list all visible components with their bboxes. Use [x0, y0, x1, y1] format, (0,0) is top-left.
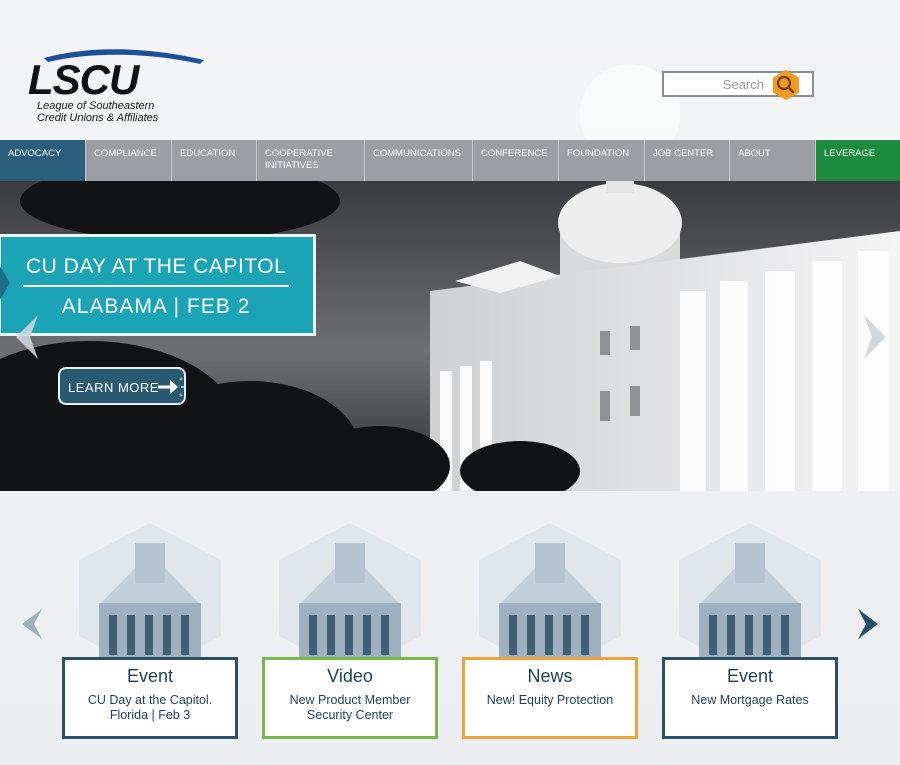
hero-prev-arrow-icon[interactable]	[12, 313, 42, 361]
card-description: New Mortgage Rates	[691, 693, 809, 707]
card-caption: Event New Mortgage Rates	[662, 657, 838, 739]
search-button[interactable]	[770, 69, 802, 101]
card-caption: Event CU Day at the Capitol. Florida | F…	[62, 657, 238, 739]
nav-advocacy[interactable]: ADVOCACY	[0, 140, 86, 181]
nav-about[interactable]: ABOUT	[730, 140, 816, 181]
nav-job-center[interactable]: JOB CENTER	[645, 140, 730, 181]
card-kind: Video	[327, 666, 373, 686]
arrow-right-icon	[158, 377, 184, 397]
capitol-thumbnail	[479, 523, 621, 673]
feature-card-4[interactable]: Event New Mortgage Rates	[662, 523, 838, 739]
feature-carousel: Event CU Day at the Capitol. Florida | F…	[0, 491, 900, 765]
hero-title: CU DAY AT THE CAPITOL	[26, 255, 287, 278]
nav-compliance[interactable]: COMPLIANCE	[86, 140, 172, 181]
capitol-photo	[0, 181, 900, 491]
logo-wordmark: LSCU	[28, 56, 141, 100]
hero-slider: CU DAY AT THE CAPITOL ALABAMA | FEB 2 LE…	[0, 181, 900, 491]
banner-chevron-icon	[0, 266, 10, 300]
nav-leverage[interactable]: LEVERAGE	[816, 140, 900, 181]
nav-communications[interactable]: COMMUNICATIONS	[365, 140, 473, 181]
feature-card-1[interactable]: Event CU Day at the Capitol. Florida | F…	[62, 523, 238, 739]
capitol-thumbnail	[279, 523, 421, 673]
site-header: LSCU League of Southeastern Credit Union…	[0, 0, 900, 140]
search-box	[662, 70, 814, 100]
main-nav: ADVOCACY COMPLIANCE EDUCATION COOPERATIV…	[0, 140, 900, 181]
capitol-thumbnail	[679, 523, 821, 673]
cards-prev-arrow-icon[interactable]	[20, 607, 44, 641]
feature-card-2[interactable]: Video New Product Member Security Center	[262, 523, 438, 739]
search-icon	[773, 70, 799, 100]
capitol-thumbnail	[79, 523, 221, 673]
hero-subtitle: ALABAMA | FEB 2	[61, 295, 251, 318]
nav-cooperative-initiatives[interactable]: COOPERATIVE INITIATIVES	[257, 140, 365, 181]
search-input[interactable]	[668, 75, 764, 93]
card-kind: Event	[126, 666, 174, 686]
learn-more-button[interactable]: LEARN MORE	[58, 367, 186, 405]
feature-card-3[interactable]: News New! Equity Protection	[462, 523, 638, 739]
cards-next-arrow-icon[interactable]	[856, 607, 880, 641]
hero-banner: CU DAY AT THE CAPITOL ALABAMA | FEB 2	[0, 234, 316, 336]
logo-tagline: League of Southeastern Credit Unions & A…	[37, 100, 158, 124]
banner-divider	[23, 285, 289, 287]
learn-more-label: LEARN MORE	[68, 380, 159, 395]
nav-conference[interactable]: CONFERENCE	[473, 140, 559, 181]
card-caption: Video New Product Member Security Center	[262, 657, 438, 739]
nav-foundation[interactable]: FOUNDATION	[559, 140, 645, 181]
card-description: CU Day at the Capitol. Florida | Feb 3	[87, 693, 213, 722]
card-description: New Product Member Security Center	[289, 693, 411, 722]
hero-next-arrow-icon[interactable]	[860, 313, 890, 361]
tagline-line-1: League of Southeastern	[37, 100, 155, 112]
tagline-line-2: Credit Unions & Affiliates	[37, 112, 159, 124]
nav-education[interactable]: EDUCATION	[172, 140, 257, 181]
card-kind: News	[527, 666, 573, 686]
card-description: New! Equity Protection	[486, 693, 614, 707]
card-kind: Event	[726, 666, 774, 686]
card-caption: News New! Equity Protection	[462, 657, 638, 739]
